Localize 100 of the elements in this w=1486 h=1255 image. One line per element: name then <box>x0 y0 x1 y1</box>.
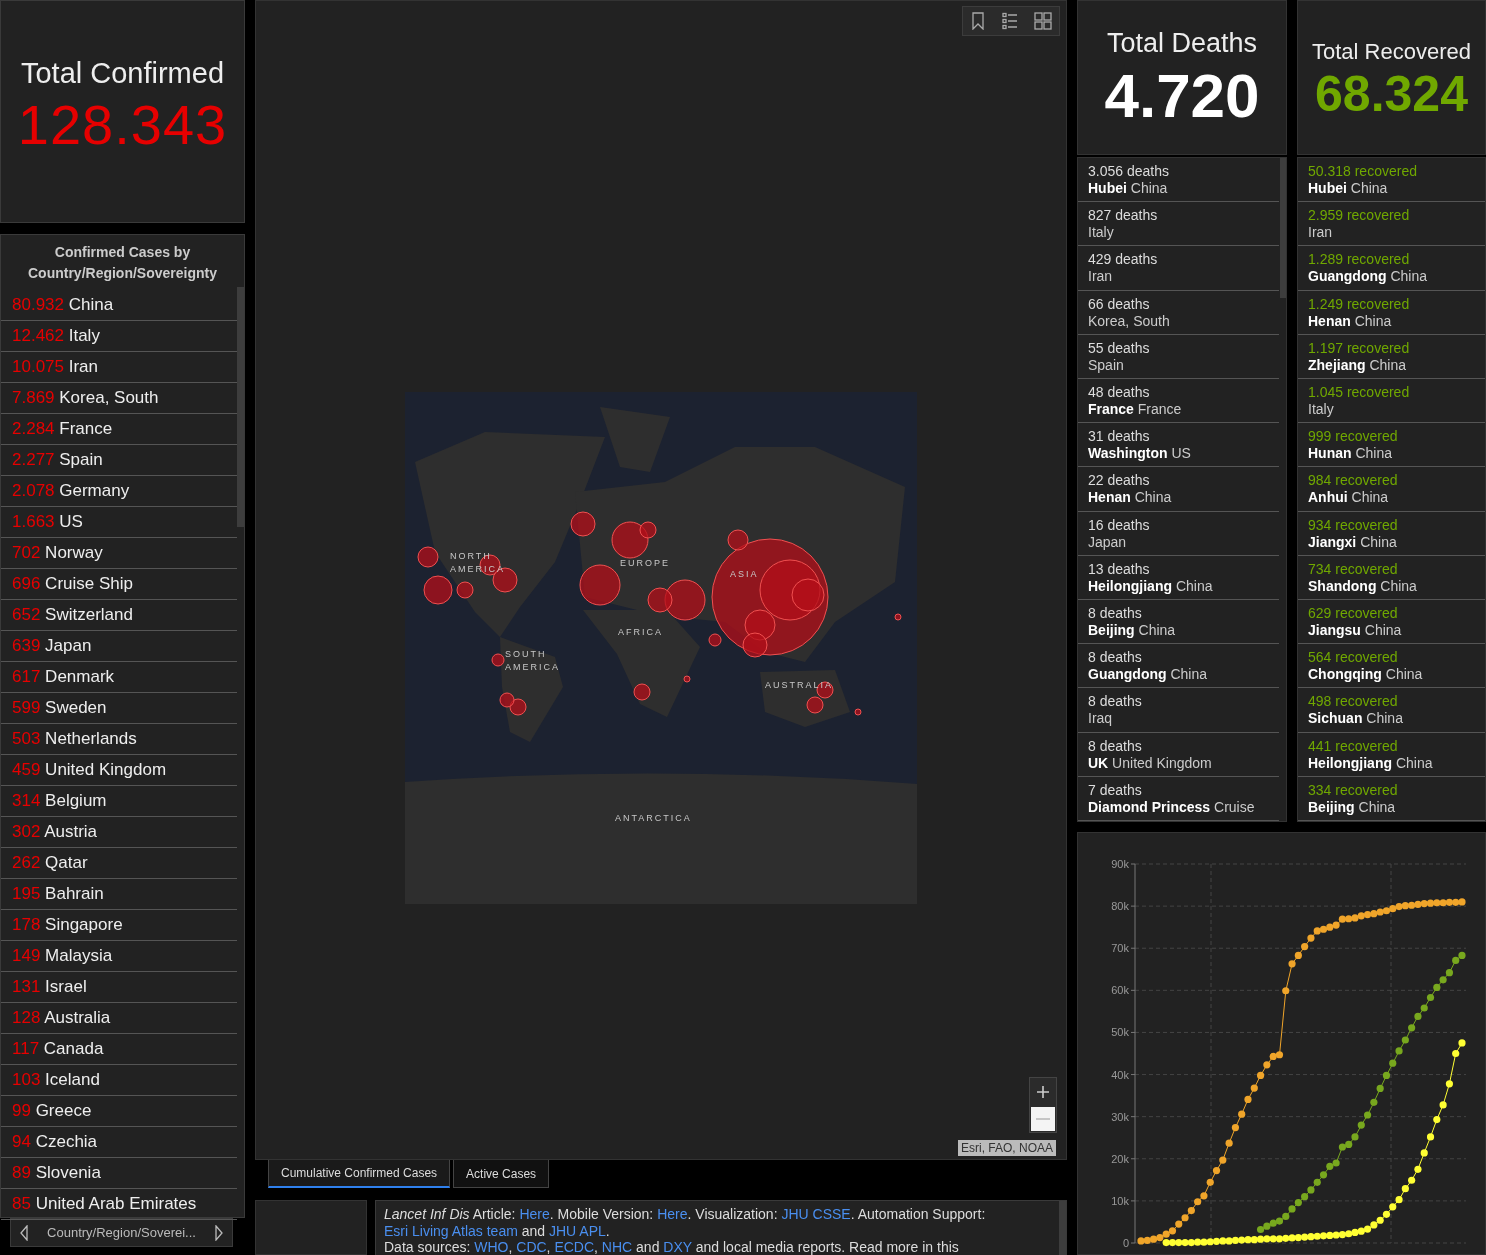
country-list-item[interactable]: 178 Singapore <box>1 910 237 941</box>
country-list-item[interactable]: 103 Iceland <box>1 1065 237 1096</box>
country-list-item[interactable]: 314 Belgium <box>1 786 237 817</box>
deaths-list-item[interactable]: 429 deaths Iran <box>1078 246 1279 291</box>
death-count: 13 deaths <box>1088 560 1151 578</box>
location-label: Japan <box>1088 533 1128 551</box>
deaths-list-item[interactable]: 8 deaths Beijing China <box>1078 600 1279 645</box>
zoom-out-button[interactable] <box>1031 1106 1055 1131</box>
country-list-item[interactable]: 195 Bahrain <box>1 879 237 910</box>
recovered-list-item[interactable]: 334 recovered Beijing China <box>1298 776 1485 821</box>
deaths-list-item[interactable]: 16 deaths Japan <box>1078 511 1279 556</box>
location-label: UK United Kingdom <box>1088 754 1213 772</box>
credits-link[interactable]: Esri Living Atlas team <box>384 1222 518 1239</box>
credits-link[interactable]: DXY <box>663 1239 692 1255</box>
country-list-item[interactable]: 617 Denmark <box>1 662 237 693</box>
scrollbar[interactable] <box>1280 158 1286 298</box>
view-tab[interactable]: Cumulative Confirmed Cases <box>268 1160 451 1188</box>
recovered-list-item[interactable]: 2.959 recovered Iran <box>1298 202 1485 247</box>
death-count: 22 deaths <box>1088 472 1151 490</box>
location-label: Diamond Princess Cruise <box>1088 798 1256 816</box>
tick-label: 0 <box>1122 1237 1129 1249</box>
location-label: Sichuan China <box>1308 710 1404 728</box>
scrollbar[interactable] <box>237 287 244 527</box>
credits-link[interactable]: NHC <box>601 1239 633 1255</box>
credits-link[interactable]: JHU APL <box>549 1222 606 1239</box>
country-list-item[interactable]: 599 Sweden <box>1 693 237 724</box>
credits-link[interactable]: Here <box>519 1206 550 1222</box>
deaths-list-item[interactable]: 8 deaths Iraq <box>1078 688 1279 733</box>
credits-link[interactable]: Here <box>657 1206 688 1222</box>
map-label: SOUTH AMERICA <box>505 648 561 674</box>
death-count: 827 deaths <box>1088 207 1159 225</box>
view-tab[interactable]: Active Cases <box>453 1160 550 1188</box>
country-list-item[interactable]: 652 Switzerland <box>1 600 237 631</box>
recovered-list-item[interactable]: 50.318 recovered Hubei China <box>1298 158 1485 203</box>
country-list-item[interactable]: 696 Cruise Ship <box>1 569 237 600</box>
pager-label: Country/Region/Soverei... <box>47 1225 196 1240</box>
recovered-list-item[interactable]: 629 recovered Jiangsu China <box>1298 600 1485 645</box>
country-list-item[interactable]: 149 Malaysia <box>1 941 237 972</box>
deaths-list-item[interactable]: 8 deaths Guangdong China <box>1078 644 1279 689</box>
recovered-list-item[interactable]: 1.249 recovered Henan China <box>1298 290 1485 335</box>
country-list-item[interactable]: 117 Canada <box>1 1034 237 1065</box>
basemap-button[interactable] <box>1034 12 1052 30</box>
data-point <box>1250 1084 1258 1092</box>
previous-button[interactable] <box>19 1224 29 1241</box>
country-list-item[interactable]: 262 Qatar <box>1 848 237 879</box>
recovered-list-item[interactable]: 934 recovered Jiangxi China <box>1298 511 1485 556</box>
deaths-list-item[interactable]: 31 deaths Washington US <box>1078 423 1279 468</box>
recovered-count: 50.318 recovered <box>1308 163 1418 180</box>
country-list-item[interactable]: 131 Israel <box>1 972 237 1003</box>
recovered-list-item[interactable]: 441 recovered Heilongjiang China <box>1298 732 1485 777</box>
deaths-list-item[interactable]: 827 deaths Italy <box>1078 202 1279 247</box>
recovered-list-item[interactable]: 1.289 recovered Guangdong China <box>1298 246 1485 291</box>
deaths-list-item[interactable]: 66 deaths Korea, South <box>1078 290 1279 335</box>
recovered-count: 1.289 recovered <box>1308 251 1411 269</box>
tick-label: 20k <box>1111 1152 1129 1165</box>
deaths-list-item[interactable]: 3.056 deaths Hubei China <box>1078 158 1279 203</box>
legend-button[interactable] <box>1002 12 1020 30</box>
deaths-list-item[interactable]: 8 deaths UK United Kingdom <box>1078 732 1279 777</box>
country-list-item[interactable]: 459 United Kingdom <box>1 755 237 786</box>
recovered-count: 734 recovered <box>1308 560 1399 578</box>
deaths-list-item[interactable]: 55 deaths Spain <box>1078 334 1279 379</box>
country-list-item[interactable]: 702 Norway <box>1 538 237 569</box>
caret-left-icon <box>19 1224 29 1241</box>
data-point <box>1357 1121 1365 1129</box>
recovered-list-item[interactable]: 498 recovered Sichuan China <box>1298 688 1485 733</box>
country-list-item[interactable]: 128 Australia <box>1 1003 237 1034</box>
country-list-item[interactable]: 503 Netherlands <box>1 724 237 755</box>
recovered-list-item[interactable]: 734 recovered Shandong China <box>1298 555 1485 601</box>
tick-label: 30k <box>1111 1110 1129 1123</box>
country-list-item[interactable]: 94 Czechia <box>1 1127 237 1158</box>
recovered-count: 999 recovered <box>1308 428 1399 446</box>
data-point <box>1408 1024 1416 1032</box>
death-count: 8 deaths <box>1088 649 1143 667</box>
recovered-list-item[interactable]: 1.045 recovered Italy <box>1298 379 1485 424</box>
deaths-list-item[interactable]: 22 deaths Henan China <box>1078 467 1279 512</box>
country-list-item[interactable]: 89 Slovenia <box>1 1158 237 1189</box>
location-label: Iran <box>1308 224 1334 242</box>
recovered-list-item[interactable]: 564 recovered Chongqing China <box>1298 644 1485 689</box>
scrollbar[interactable] <box>1059 1201 1066 1255</box>
map-attribution: Esri, FAO, NOAA <box>958 1140 1056 1156</box>
tick-label: 60k <box>1111 984 1129 997</box>
recovered-list-item[interactable]: 984 recovered Anhui China <box>1298 467 1485 512</box>
credits-link[interactable]: JHU CSSE <box>781 1206 851 1222</box>
country-list-item[interactable]: 302 Austria <box>1 817 237 848</box>
deaths-list-item[interactable]: 7 deaths Diamond Princess Cruise <box>1078 776 1279 821</box>
location-label: Hubei China <box>1088 180 1169 197</box>
plus-icon <box>1036 1084 1050 1099</box>
deaths-list-item[interactable]: 48 deaths France France <box>1078 379 1279 424</box>
credits-text: Lancet Inf Dis Article: Here. Mobile Version: Here. Visualization: JHU CSSE. Automation Support: Esri Living Atlas team and JHU APL. Data sources: WHO, CDC, ECDC, NHC and DXY and local media reports. Read more in this <box>384 1206 987 1255</box>
recovered-list-item[interactable]: 999 recovered Hunan China <box>1298 423 1485 468</box>
country-list-item[interactable]: 639 Japan <box>1 631 237 662</box>
country-list-item[interactable]: 99 Greece <box>1 1096 237 1127</box>
recovered-count: 334 recovered <box>1308 781 1399 799</box>
country-list-item[interactable]: 1.663 US <box>1 507 237 538</box>
death-count: 31 deaths <box>1088 428 1151 446</box>
credits-link[interactable]: CDC <box>516 1239 547 1255</box>
next-button[interactable] <box>214 1224 224 1241</box>
deaths-list-item[interactable]: 13 deaths Heilongjiang China <box>1078 555 1279 601</box>
recovered-list-item[interactable]: 1.197 recovered Zhejiang China <box>1298 334 1485 379</box>
location-label: Jiangxi China <box>1308 533 1398 551</box>
